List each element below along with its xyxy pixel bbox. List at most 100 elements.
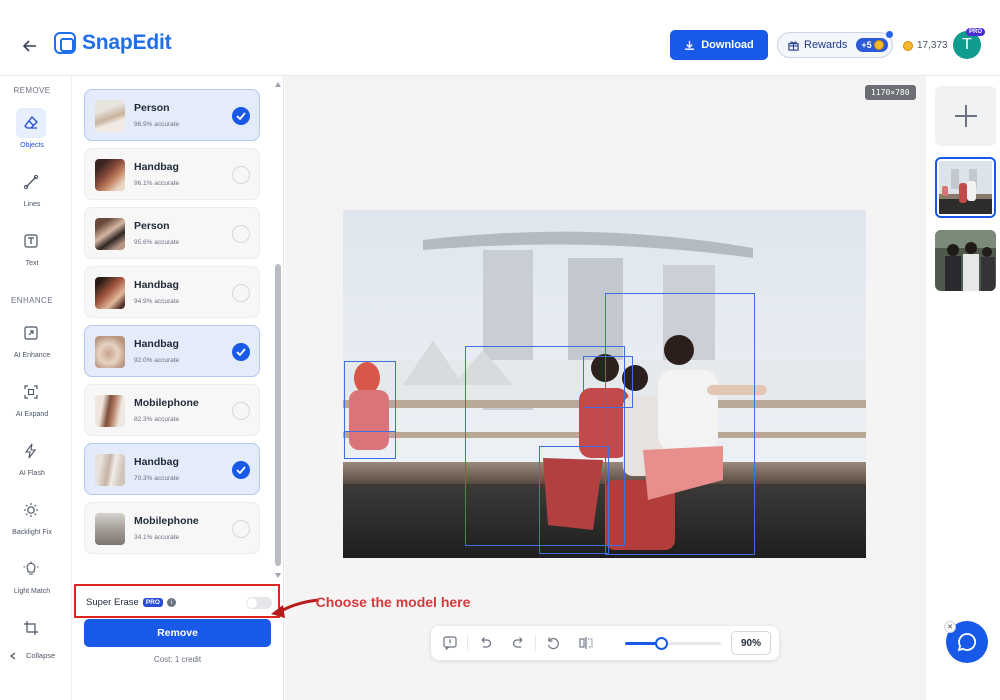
object-name: Handbag [134,456,179,468]
toolbar-divider [535,635,536,651]
section-enhance: ENHANCE [11,296,53,305]
object-accuracy: 34.1% accurate [134,534,180,541]
feedback-icon[interactable] [443,636,457,650]
tool-backlight-fix[interactable]: Backlight Fix [12,495,52,536]
tool-label: Text [25,260,39,267]
tool-lines[interactable]: Lines [16,167,48,208]
object-item[interactable]: Handbag 92.0% accurate [84,325,260,377]
edited-photo[interactable] [343,210,866,558]
rewards-button[interactable]: Rewards +5 [777,32,893,58]
crop-icon [16,613,46,643]
checkbox-unchecked[interactable] [232,225,250,243]
credits-balance: 17,373 [903,40,948,51]
bbox-mobilephone[interactable] [583,356,633,408]
download-label: Download [701,39,754,51]
object-thumbnail [95,277,125,309]
object-name: Handbag [134,338,179,350]
object-accuracy: 95.6% accurate [134,239,180,246]
flash-icon [16,436,46,466]
compare-icon[interactable] [579,636,593,650]
image-thumbnail-rail: ✕ [927,76,1000,700]
tool-label: AI Flash [19,470,45,477]
object-item[interactable]: Mobilephone 82.3% accurate [84,384,260,436]
close-icon[interactable]: ✕ [944,621,956,633]
section-remove: REMOVE [13,86,51,95]
bbox-person[interactable] [605,293,755,555]
scrollbar[interactable] [274,82,282,580]
collapse-button[interactable]: Collapse [10,651,55,660]
collapse-label: Collapse [26,651,56,660]
notification-dot [886,31,893,38]
object-thumbnail [95,395,125,427]
line-brush-icon [16,167,46,197]
bbox-handbag[interactable] [539,446,609,554]
object-thumbnail [95,336,125,368]
bbox-handbag[interactable] [344,431,396,459]
tool-text[interactable]: Text [16,226,48,267]
object-list-panel: Person 96.9% accurate Handbag 96.1% accu… [72,76,284,700]
tool-label: AI Expand [15,411,49,418]
reset-icon[interactable] [546,636,560,650]
checkbox-checked[interactable] [232,343,250,361]
logo-icon [54,32,76,54]
checkbox-checked[interactable] [232,461,250,479]
object-item[interactable]: Handbag 96.1% accurate [84,148,260,200]
download-button[interactable]: Download [670,30,768,60]
tool-objects[interactable]: Objects [16,108,48,149]
download-icon [685,40,695,50]
scroll-up-arrow-icon[interactable] [275,82,281,87]
sun-icon [16,495,46,525]
back-arrow-icon[interactable] [18,34,42,58]
tool-light-match[interactable]: Light Match [14,554,50,595]
editor-canvas[interactable]: 1170×780 Choose the model here 90% [271,76,926,700]
pro-badge: PRO [966,28,986,36]
photo-thumbnail [939,161,992,214]
photo-thumbnail [935,230,996,291]
app-logo[interactable]: SnapEdit [54,31,172,55]
zoom-level-input[interactable]: 90% [731,631,771,655]
check-icon [236,466,246,474]
tool-rail: REMOVE Objects Lines Text ENHANCE AI Enh… [0,76,72,700]
zoom-slider[interactable] [625,637,721,650]
add-image-button[interactable] [935,86,996,146]
scroll-down-arrow-icon[interactable] [275,573,281,578]
tool-crop[interactable] [16,613,48,643]
remove-button[interactable]: Remove [84,619,271,647]
checkbox-unchecked[interactable] [232,402,250,420]
tool-label: AI Enhance [13,352,51,359]
tool-ai-flash[interactable]: AI Flash [16,436,48,477]
bulb-icon [16,554,46,584]
tool-ai-expand[interactable]: AI Expand [16,377,48,418]
scrollbar-thumb[interactable] [275,264,281,566]
object-item[interactable]: Handbag 94.9% accurate [84,266,260,318]
tool-label: Backlight Fix [12,529,52,536]
logo-text: SnapEdit [82,31,172,54]
redo-icon[interactable] [512,636,526,650]
annotation-text: Choose the model here [315,594,471,610]
info-icon[interactable]: i [166,598,176,607]
object-thumbnail [95,454,125,486]
checkbox-unchecked[interactable] [232,284,250,302]
zoom-slider-handle[interactable] [654,637,668,650]
object-item[interactable]: Mobilephone 34.1% accurate [84,502,260,554]
object-name: Handbag [134,161,179,173]
checkbox-checked[interactable] [232,107,250,125]
checkbox-unchecked[interactable] [232,166,250,184]
enhance-icon [16,318,46,348]
credits-value: 17,373 [917,40,948,51]
rewards-badge-value: +5 [861,40,872,50]
object-name: Mobilephone [134,515,199,527]
object-item[interactable]: Person 95.6% accurate [84,207,260,259]
tool-ai-enhance[interactable]: AI Enhance [14,318,50,359]
object-name: Person [134,220,170,232]
super-erase-row: Super Erase PRO i [74,584,280,618]
image-thumbnail-active[interactable] [935,157,996,218]
tool-label: Lines [23,201,41,208]
checkbox-unchecked[interactable] [232,520,250,538]
rewards-badge: +5 [856,38,888,52]
toolbar-divider [467,635,468,651]
object-item[interactable]: Person 96.9% accurate [84,89,260,141]
image-thumbnail[interactable] [935,230,996,291]
undo-icon[interactable] [478,636,492,650]
object-item[interactable]: Handbag 70.3% accurate [84,443,260,495]
